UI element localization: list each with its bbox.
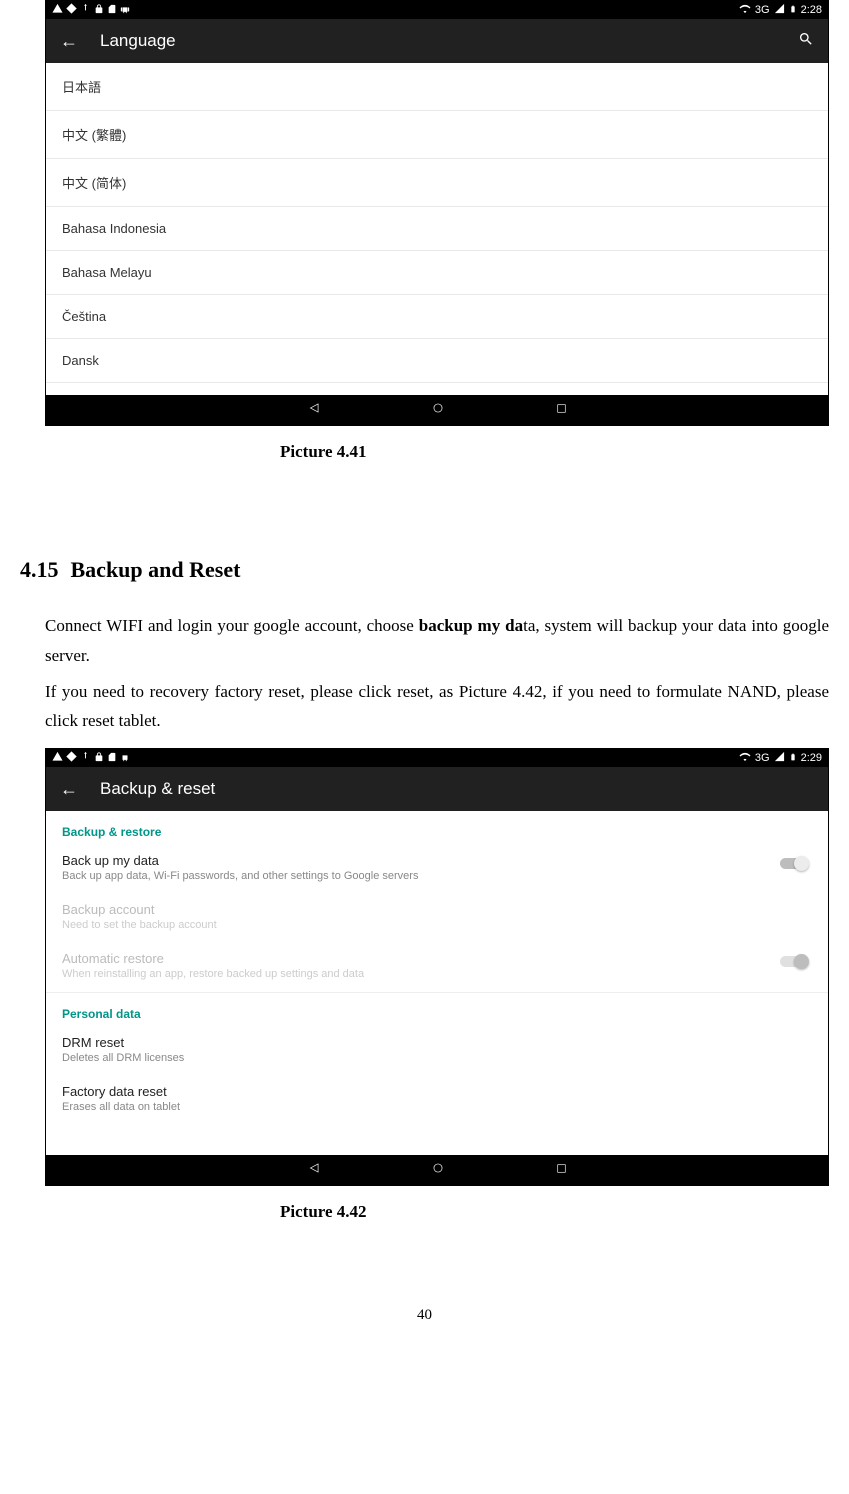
app-bar: ← Backup & reset <box>46 767 828 811</box>
status-time: 2:29 <box>801 752 822 764</box>
setting-backup-account: Backup account Need to set the backup ac… <box>46 894 828 943</box>
app-bar-title: Backup & reset <box>100 779 814 799</box>
signal-icon <box>774 3 785 17</box>
network-label: 3G <box>755 4 770 16</box>
status-bar: 3G 2:29 <box>46 749 828 767</box>
setting-subtitle: Erases all data on tablet <box>62 1101 812 1113</box>
language-item[interactable]: 中文 (简体) <box>46 159 828 207</box>
search-icon[interactable] <box>798 31 814 52</box>
language-item[interactable]: 日本語 <box>46 63 828 111</box>
section-heading: 4.15 Backup and Reset <box>20 557 829 583</box>
setting-factory-data-reset[interactable]: Factory data reset Erases all data on ta… <box>46 1076 828 1125</box>
text-run: Connect WIFI and login your google accou… <box>45 616 419 635</box>
app-bar-title: Language <box>100 31 798 51</box>
signal-icon <box>774 751 785 765</box>
language-list: 日本語 中文 (繁體) 中文 (简体) Bahasa Indonesia Bah… <box>46 63 828 395</box>
rotate-icon <box>66 3 77 17</box>
language-item[interactable]: 中文 (繁體) <box>46 111 828 159</box>
wifi-icon <box>739 751 751 766</box>
warning-icon <box>52 751 63 765</box>
nav-back-icon[interactable] <box>307 401 321 419</box>
screenshot-language: 3G 2:28 ← Language 日本語 中文 (繁體) 中文 (简体) B… <box>45 0 829 426</box>
setting-title: Automatic restore <box>62 951 760 966</box>
paragraph: Connect WIFI and login your google accou… <box>45 611 829 671</box>
language-item[interactable]: Bahasa Melayu <box>46 251 828 295</box>
page-number: 40 <box>20 1307 829 1324</box>
lock-icon <box>94 4 104 17</box>
setting-title: Factory data reset <box>62 1084 812 1099</box>
settings-section-header: Backup & restore <box>46 811 828 845</box>
navigation-bar <box>46 1155 828 1185</box>
status-time: 2:28 <box>801 4 822 16</box>
language-item[interactable]: Čeština <box>46 295 828 339</box>
setting-drm-reset[interactable]: DRM reset Deletes all DRM licenses <box>46 1027 828 1076</box>
setting-automatic-restore: Automatic restore When reinstalling an a… <box>46 943 828 992</box>
screenshot-backup-reset: 3G 2:29 ← Backup & reset Backup & restor… <box>45 748 829 1186</box>
battery-icon <box>789 3 797 18</box>
nav-recent-icon[interactable] <box>555 1162 568 1179</box>
warning-icon <box>52 3 63 17</box>
usb-icon <box>80 3 91 17</box>
network-label: 3G <box>755 752 770 764</box>
back-arrow-icon[interactable]: ← <box>60 779 78 800</box>
android-icon <box>120 752 130 765</box>
battery-icon <box>789 751 797 766</box>
sd-icon <box>107 752 117 765</box>
setting-subtitle: Deletes all DRM licenses <box>62 1052 812 1064</box>
settings-section-header: Personal data <box>46 993 828 1027</box>
nav-back-icon[interactable] <box>307 1161 321 1179</box>
android-icon <box>120 4 130 17</box>
setting-subtitle: Back up app data, Wi-Fi passwords, and o… <box>62 870 760 882</box>
figure-caption: Picture 4.42 <box>20 1202 829 1222</box>
language-item[interactable]: Bahasa Indonesia <box>46 207 828 251</box>
setting-subtitle: When reinstalling an app, restore backed… <box>62 968 760 980</box>
nav-recent-icon[interactable] <box>555 402 568 419</box>
sd-icon <box>107 4 117 17</box>
setting-title: DRM reset <box>62 1035 812 1050</box>
text-bold: backup my da <box>419 616 523 635</box>
lock-icon <box>94 752 104 765</box>
status-bar: 3G 2:28 <box>46 1 828 19</box>
usb-icon <box>80 751 91 765</box>
setting-subtitle: Need to set the backup account <box>62 919 812 931</box>
setting-backup-my-data[interactable]: Back up my data Back up app data, Wi-Fi … <box>46 845 828 894</box>
app-bar: ← Language <box>46 19 828 63</box>
navigation-bar <box>46 395 828 425</box>
section-title: Backup and Reset <box>71 557 241 582</box>
language-item-partial[interactable] <box>46 383 828 395</box>
back-arrow-icon[interactable]: ← <box>60 31 78 52</box>
nav-home-icon[interactable] <box>431 1161 445 1179</box>
toggle-switch[interactable] <box>780 855 812 871</box>
language-item[interactable]: Dansk <box>46 339 828 383</box>
toggle-switch <box>780 953 812 969</box>
setting-title: Back up my data <box>62 853 760 868</box>
nav-home-icon[interactable] <box>431 401 445 419</box>
rotate-icon <box>66 751 77 765</box>
wifi-icon <box>739 3 751 18</box>
figure-caption: Picture 4.41 <box>20 442 829 462</box>
section-number: 4.15 <box>20 557 59 582</box>
paragraph: If you need to recovery factory reset, p… <box>45 677 829 737</box>
setting-title: Backup account <box>62 902 812 917</box>
blank-space <box>46 1125 828 1155</box>
